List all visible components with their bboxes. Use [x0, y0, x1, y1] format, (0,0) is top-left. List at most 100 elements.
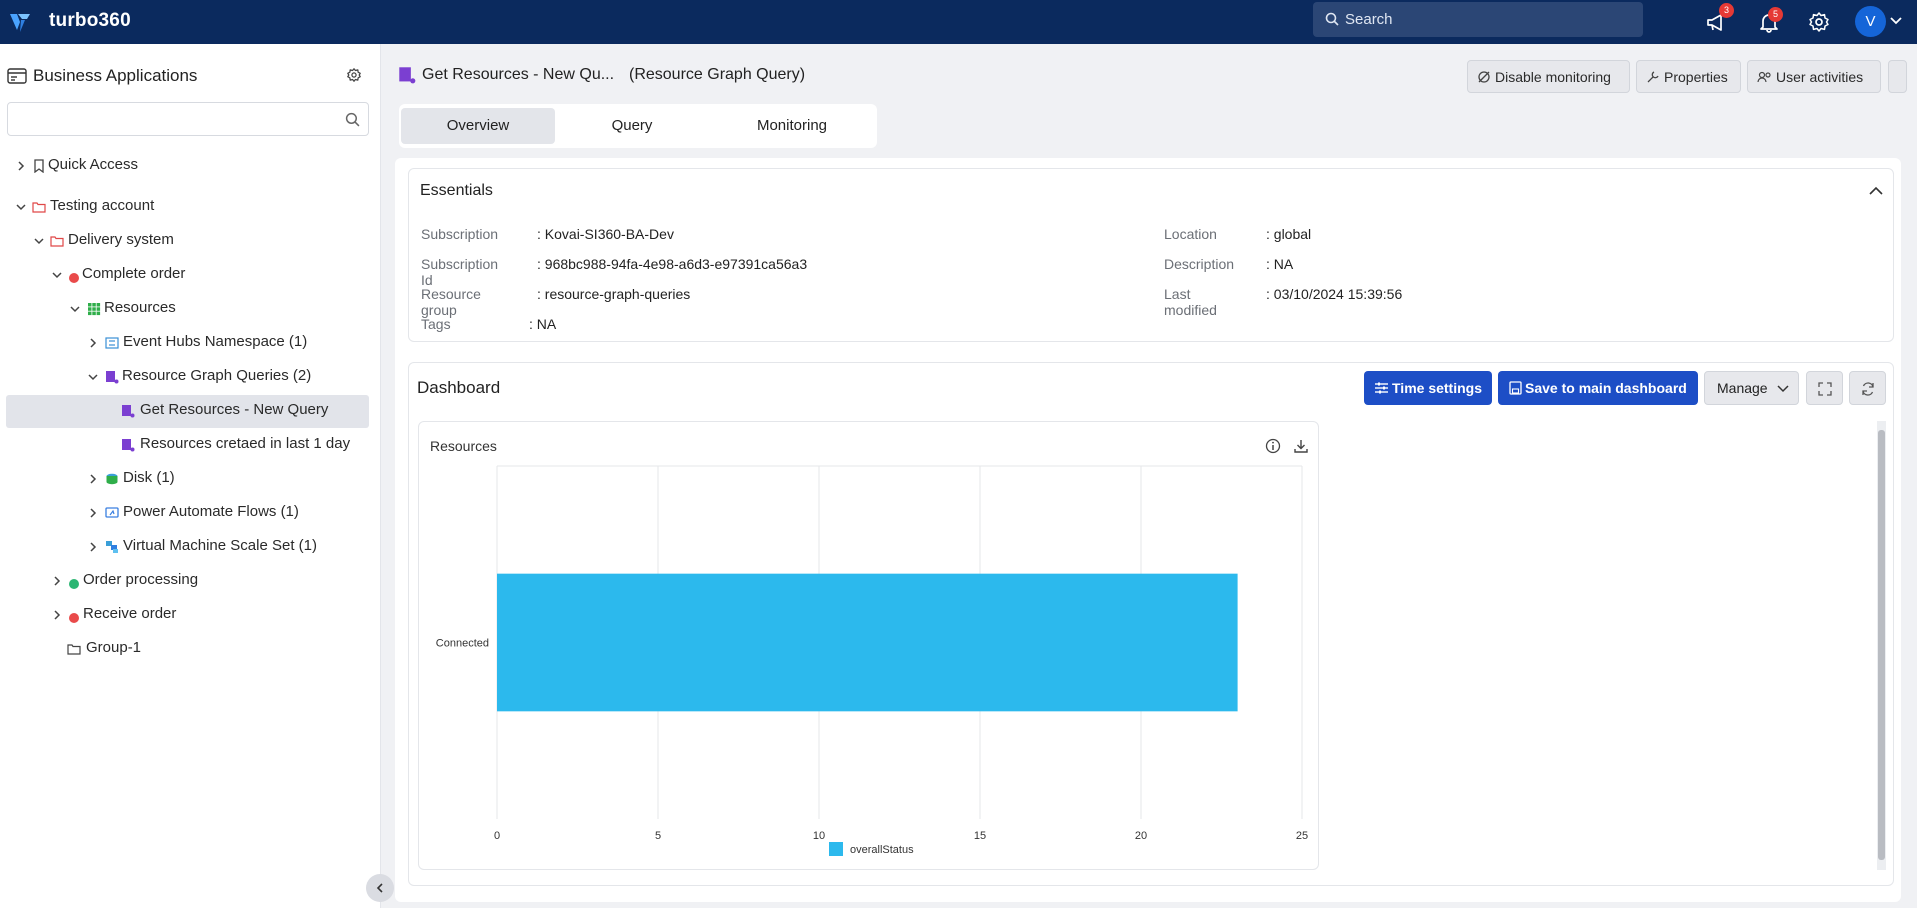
- chevron-right-icon[interactable]: [87, 337, 99, 349]
- save-icon: [1509, 381, 1522, 395]
- field-label: Location: [1164, 226, 1217, 242]
- tab-overview[interactable]: Overview: [401, 108, 555, 144]
- settings-button[interactable]: [1806, 9, 1832, 35]
- chevron-right-icon[interactable]: [87, 473, 99, 485]
- resources-chart-widget: Resources 0 5 10 15 20 25 Connected overallStat…: [418, 421, 1319, 870]
- essentials-title: Essentials: [420, 182, 493, 199]
- announcements-button[interactable]: 3: [1704, 3, 1734, 35]
- chevron-down-icon[interactable]: [69, 303, 81, 315]
- time-settings-button[interactable]: Time settings: [1364, 371, 1492, 405]
- field-value: : 03/10/2024 15:39:56: [1266, 286, 1403, 302]
- tree-item-get-resources[interactable]: Get Resources - New Query: [0, 399, 381, 431]
- button-label: Save to main dashboard: [1525, 380, 1687, 396]
- manage-dropdown[interactable]: Manage: [1704, 371, 1799, 405]
- properties-button[interactable]: Properties: [1636, 60, 1741, 93]
- global-search[interactable]: Search: [1313, 2, 1643, 37]
- field-value: : Kovai-SI360-BA-Dev: [537, 226, 674, 242]
- refresh-button[interactable]: [1849, 371, 1886, 405]
- notifications-button[interactable]: 5: [1756, 7, 1783, 35]
- chevron-right-icon[interactable]: [87, 507, 99, 519]
- field-label: Last modified: [1164, 286, 1217, 318]
- button-label: User activities: [1776, 69, 1864, 85]
- tree-item-power-automate[interactable]: Power Automate Flows (1): [0, 501, 381, 533]
- tree-label: Resources cretaed in last 1 day: [140, 435, 351, 452]
- tree-item-order-processing[interactable]: Order processing: [0, 569, 381, 601]
- resource-graph-icon: [106, 371, 119, 384]
- business-apps-icon: [7, 68, 27, 84]
- bookmark-icon: [34, 159, 44, 173]
- tree-item-delivery-system[interactable]: Delivery system: [0, 229, 381, 261]
- tree-label: Disk (1): [123, 469, 175, 486]
- tab-query[interactable]: Query: [555, 108, 709, 144]
- chevron-down-icon[interactable]: [1889, 14, 1903, 28]
- turbo360-logo-icon[interactable]: [8, 10, 32, 34]
- chevron-right-icon[interactable]: [15, 160, 27, 172]
- sidebar-collapse-button[interactable]: [366, 874, 394, 902]
- brand-name: turbo360: [49, 10, 131, 31]
- sidebar-settings-icon[interactable]: [345, 66, 363, 84]
- fullscreen-button[interactable]: [1806, 371, 1843, 405]
- search-icon: [1325, 12, 1339, 26]
- top-bar: turbo360 Search 3 5 V: [0, 0, 1917, 44]
- x-tick-label: 10: [813, 830, 825, 842]
- scrollbar-thumb[interactable]: [1878, 430, 1885, 860]
- vm-scale-set-icon: [106, 541, 118, 553]
- chevron-down-icon[interactable]: [87, 371, 99, 383]
- user-avatar[interactable]: V: [1855, 6, 1886, 37]
- folder-icon: [32, 202, 46, 213]
- grid-icon: [88, 303, 101, 316]
- resource-graph-icon: [399, 67, 416, 84]
- chevron-down-icon[interactable]: [15, 201, 27, 213]
- button-label: Disable monitoring: [1495, 69, 1611, 85]
- chevron-down-icon[interactable]: [51, 269, 63, 281]
- tree-label: Testing account: [50, 197, 155, 214]
- tree-item-resources-created[interactable]: Resources cretaed in last 1 day: [0, 433, 381, 465]
- y-category-label: Connected: [436, 638, 489, 650]
- field-label: Tags: [421, 316, 451, 332]
- user-activities-button[interactable]: User activities: [1747, 60, 1881, 93]
- chevron-left-icon: [376, 883, 383, 893]
- tree-label: Event Hubs Namespace (1): [123, 333, 308, 350]
- sliders-icon: [1375, 382, 1388, 394]
- tree-label: Power Automate Flows (1): [123, 503, 299, 520]
- tree-item-disk[interactable]: Disk (1): [0, 467, 381, 499]
- chevron-right-icon[interactable]: [51, 609, 63, 621]
- tree-item-event-hubs[interactable]: Event Hubs Namespace (1): [0, 331, 381, 363]
- chevron-down-icon[interactable]: [33, 235, 45, 247]
- tree-item-testing-account[interactable]: Testing account: [0, 195, 381, 227]
- essentials-card: Essentials Subscription : Kovai-SI360-BA…: [408, 168, 1894, 342]
- monitor-off-icon: [1478, 71, 1490, 83]
- tree-label: Quick Access: [48, 156, 139, 173]
- tree-item-resource-graph-queries[interactable]: Resource Graph Queries (2): [0, 365, 381, 397]
- page-subtitle: (Resource Graph Query): [629, 66, 806, 83]
- tree-item-vmss[interactable]: Virtual Machine Scale Set (1): [0, 535, 381, 567]
- tree-label: Get Resources - New Query: [140, 401, 329, 418]
- tree-item-receive-order[interactable]: Receive order: [0, 603, 381, 635]
- dashboard-title: Dashboard: [417, 378, 501, 397]
- refresh-icon: [1862, 382, 1874, 396]
- x-tick-label: 25: [1296, 830, 1308, 842]
- status-dot-ok: [69, 576, 83, 590]
- chevron-up-icon[interactable]: [1868, 185, 1884, 197]
- tab-monitoring[interactable]: Monitoring: [715, 108, 869, 144]
- chevron-right-icon[interactable]: [51, 575, 63, 587]
- field-label: Resource group: [421, 286, 481, 318]
- resource-graph-icon: [122, 405, 135, 418]
- search-icon: [345, 112, 360, 127]
- tree-item-quick-access[interactable]: Quick Access: [0, 154, 381, 186]
- more-actions-button[interactable]: [1888, 60, 1907, 93]
- disable-monitoring-button[interactable]: Disable monitoring: [1467, 60, 1630, 93]
- save-to-main-dashboard-button[interactable]: Save to main dashboard: [1498, 371, 1698, 405]
- chevron-right-icon[interactable]: [87, 541, 99, 553]
- tree-item-resources[interactable]: Resources: [0, 297, 381, 329]
- sidebar-search-input[interactable]: [7, 102, 369, 136]
- wrench-icon: [1647, 71, 1659, 83]
- chevron-down-icon: [1777, 385, 1789, 393]
- resource-graph-icon: [122, 439, 135, 452]
- tree-label: Group-1: [86, 639, 142, 656]
- button-label: Properties: [1664, 69, 1728, 85]
- tree-item-complete-order[interactable]: Complete order: [0, 263, 381, 295]
- tree-label: Order processing: [83, 571, 199, 588]
- dashboard-scrollbar[interactable]: [1877, 421, 1886, 870]
- tree-item-group-1[interactable]: Group-1: [0, 637, 381, 669]
